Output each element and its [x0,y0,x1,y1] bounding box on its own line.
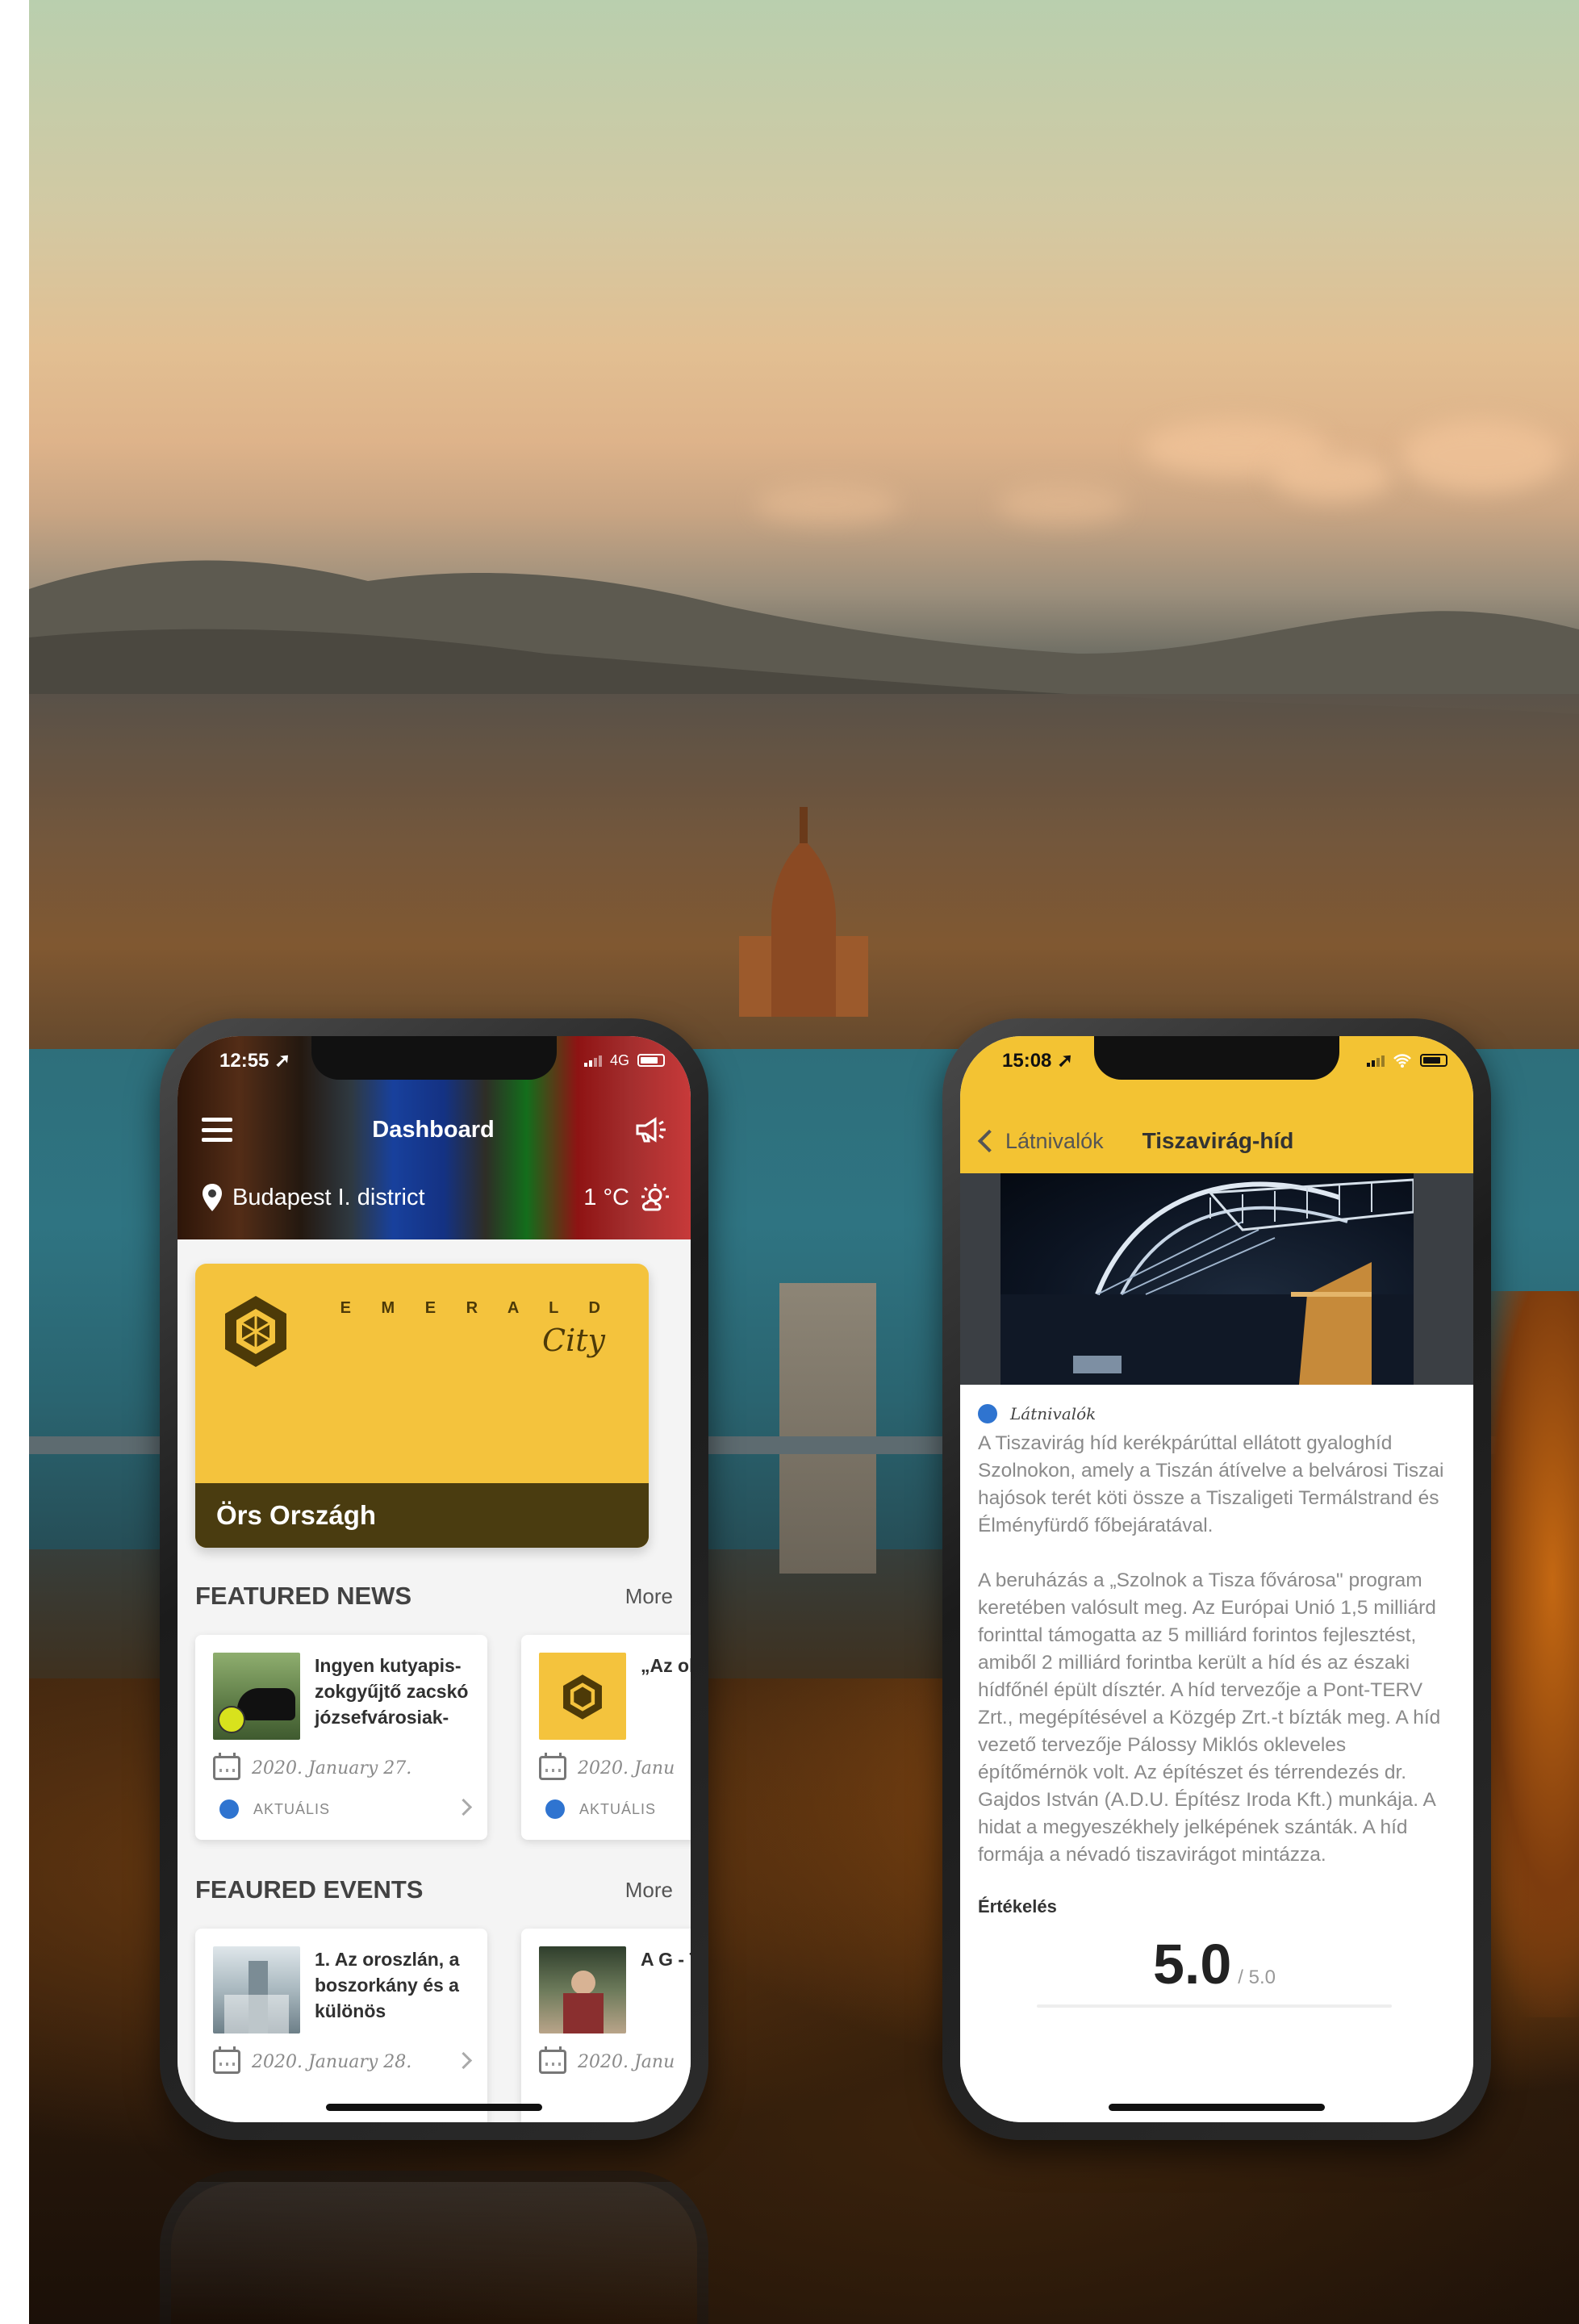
location-arrow-icon: ➚ [1057,1049,1074,1072]
back-button[interactable]: Látnivalók [976,1129,1104,1154]
bridge-tower [779,1283,876,1574]
calendar-icon [213,2046,240,2074]
right-phone: 15:08 ➚ Látnivalók Tiszavirág-híd Látniv… [942,1018,1491,2140]
battery-icon [637,1054,665,1067]
news-tag: AKTUÁLIS [579,1800,657,1817]
event-date: 2020. January 28. [252,2051,412,2072]
emerald-hexagon-logo-icon [563,1674,602,1720]
featured-events-more-link[interactable]: More [625,1878,673,1903]
category-dot-icon [978,1404,997,1423]
temperature: 1 °C [583,1184,629,1210]
dashboard-body: E M E R A L D City Örs Országh FEATURED … [178,1239,691,2122]
featured-events-title: FEAURED EVENTS [195,1875,424,1904]
home-indicator[interactable] [326,2104,542,2111]
battery-icon [1420,1054,1447,1067]
status-time: 12:55 [219,1049,269,1072]
news-thumbnail [213,1653,300,1740]
page: 12:55 ➚ 4G Dashboard Budapest I. distric… [0,0,1579,2324]
calendar-icon [213,1753,240,1780]
hero-image [960,1173,1473,1385]
news-date: 2020. Janu [578,1758,675,1779]
calendar-icon [539,2046,566,2074]
brand-word: E M E R A L D [340,1299,613,1317]
rating-value: 5.0 [1152,1933,1232,1996]
calendar-icon [539,1753,566,1780]
network-label: 4G [609,1051,629,1068]
featured-news-title: FEATURED NEWS [195,1582,412,1610]
description-paragraph: A beruházás a „Szolnok a Tisza fővárosa"… [978,1570,1441,1866]
news-date: 2020. January 27. [252,1758,412,1779]
phone-reflection [160,2171,708,2324]
news-card[interactable]: Ingyen kutyapis-zokgyűjtő zacskó józsefv… [195,1635,487,1840]
rating-max: / 5.0 [1238,1967,1276,1988]
featured-news-more-link[interactable]: More [625,1584,673,1609]
bridge-photo [1000,1178,1414,1385]
emerald-city-card[interactable]: E M E R A L D City Örs Országh [195,1264,649,1548]
event-date: 2020. Janu [578,2051,675,2072]
megaphone-icon[interactable] [634,1116,668,1143]
signal-icon [1367,1054,1385,1067]
card-holder-name: Örs Országh [195,1483,649,1548]
event-title: A G - TE [641,1949,691,1970]
location-pin-icon [203,1184,222,1211]
category-dot-icon [219,1799,239,1819]
parliament-silhouette [739,807,868,1017]
category-dot-icon [545,1799,565,1819]
rating-label: Értékelés [978,1896,1057,1916]
back-label: Látnivalók [1005,1128,1104,1153]
event-thumbnail [213,1946,300,2034]
news-thumbnail [539,1653,626,1740]
chevron-left-icon [977,1129,1001,1153]
featured-events-header: FEAURED EVENTS More [195,1872,673,1908]
chevron-right-icon [454,2051,473,2070]
detail-description: A Tiszavirág híd kerékpárúttal ellátott … [978,1430,1451,1869]
event-card[interactable]: 1. Az oroszlán, a boszorkány és a különö… [195,1929,487,2122]
news-tag: AKTUÁLIS [253,1800,331,1817]
featured-news-header: FEATURED NEWS More [195,1578,673,1614]
detail-body: Látnivalók A Tiszavirág híd kerékpárútta… [960,1385,1473,2122]
event-card[interactable]: A G - TE 2020. Janu [521,1929,691,2122]
page-title: Dashboard [372,1116,495,1143]
page-title: Tiszavirág-híd [1142,1128,1294,1153]
description-paragraph: A Tiszavirág híd kerékpárúttal ellátott … [978,1432,1444,1536]
left-phone: 12:55 ➚ 4G Dashboard Budapest I. distric… [160,1018,708,2140]
location-selector[interactable]: Budapest I. district [202,1183,425,1212]
wifi-icon [1393,1054,1411,1068]
home-indicator[interactable] [1109,2104,1325,2111]
weather: 1 °C [583,1183,671,1212]
event-thumbnail [539,1946,626,2034]
news-title: „Az old der [641,1655,691,1676]
weather-sun-cloud-icon [641,1184,669,1211]
news-title: Ingyen kutyapis-zokgyűjtő zacskó józsefv… [315,1655,469,1728]
right-phone-screen: 15:08 ➚ Látnivalók Tiszavirág-híd Látniv… [960,1036,1473,2122]
status-time: 15:08 [1002,1049,1052,1072]
menu-icon[interactable] [202,1118,232,1142]
rating-display: 5.0 / 5.0 [978,1932,1451,1996]
brand-script: City [542,1323,605,1358]
location-arrow-icon: ➚ [274,1049,291,1072]
left-phone-screen: 12:55 ➚ 4G Dashboard Budapest I. distric… [178,1036,691,2122]
location-label: Budapest I. district [232,1184,425,1210]
chevron-right-icon [454,1798,473,1816]
signal-icon [583,1054,602,1067]
emerald-brand: E M E R A L D City [340,1299,613,1358]
event-title: 1. Az oroszlán, a boszorkány és a különö… [315,1949,460,2021]
emerald-hexagon-logo-icon [225,1296,286,1367]
detail-category: Látnivalók [1010,1404,1097,1423]
news-card[interactable]: „Az old der 2020. Janu AKTUÁLIS [521,1635,691,1840]
